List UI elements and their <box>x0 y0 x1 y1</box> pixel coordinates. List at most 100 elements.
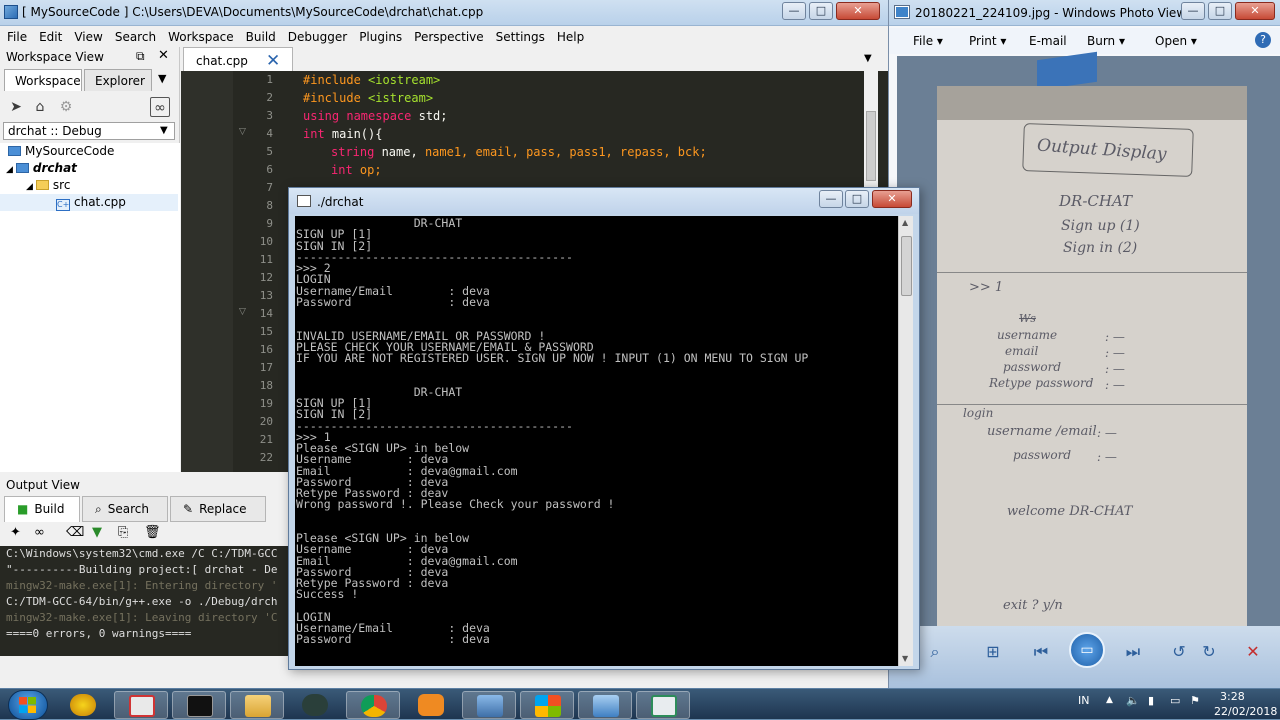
rotate-right-icon[interactable]: ↻ <box>1197 640 1221 664</box>
tab-list-dropdown-icon[interactable]: ▼ <box>864 53 872 64</box>
tree-item-chat-cpp[interactable]: C+ chat.cpp <box>0 194 178 211</box>
maximize-button[interactable]: □ <box>845 190 869 208</box>
scroll-up-arrow[interactable]: ▲ <box>902 218 908 227</box>
code-token: std; <box>411 109 448 123</box>
zoom-icon[interactable]: ⌕ <box>923 640 947 664</box>
delete-icon[interactable]: ✕ <box>1241 640 1265 664</box>
tree-item-drchat[interactable]: ◢ drchat <box>0 160 178 177</box>
console-output[interactable]: DR-CHAT SIGN UP [1] SIGN IN [2] -----------… <box>295 216 898 666</box>
build-config-select[interactable]: drchat :: Debug ▼ <box>3 122 175 140</box>
build-output-log[interactable]: C:\Windows\system32\cmd.exe /C C:/TDM-GC… <box>0 546 300 656</box>
tab-build[interactable]: ■ Build <box>4 496 80 522</box>
menu-email[interactable]: E-mail <box>1029 34 1067 48</box>
photo-viewer-title-bar[interactable]: 20180221_224109.jpg - Windows Photo View… <box>889 0 1280 26</box>
taskbar-app-office[interactable] <box>520 691 574 719</box>
menu-build[interactable]: Build <box>239 28 281 44</box>
line-number: 13 <box>259 289 273 302</box>
previous-icon[interactable]: ⏮ <box>1029 640 1053 664</box>
menu-plugins[interactable]: Plugins <box>352 28 407 44</box>
flag-icon[interactable]: ⚑ <box>1190 694 1200 707</box>
minimize-button[interactable]: — <box>1181 2 1205 20</box>
line-number: 20 <box>259 415 273 428</box>
fold-marker-icon[interactable]: ▽ <box>239 127 246 137</box>
menu-print[interactable]: Print ▾ <box>969 34 1006 48</box>
close-panel-icon[interactable]: ✕ <box>158 48 169 63</box>
tab-workspace[interactable]: Workspace <box>4 69 82 91</box>
menu-help[interactable]: Help <box>550 28 589 44</box>
scrollbar-thumb[interactable] <box>866 111 876 181</box>
taskbar-app-codelite[interactable] <box>636 691 690 719</box>
menu-search[interactable]: Search <box>108 28 161 44</box>
tab-replace[interactable]: ✎ Replace <box>170 496 266 522</box>
taskbar-app-snipping[interactable] <box>114 691 168 719</box>
taskbar-app-photo-viewer[interactable] <box>578 691 632 719</box>
save-icon[interactable]: ▼ <box>92 525 102 540</box>
tab-search[interactable]: ⌕ Search <box>82 496 168 522</box>
console-title-bar[interactable]: ./drchat — □ ✕ <box>289 188 919 214</box>
close-tab-icon[interactable]: ✕ <box>266 51 280 71</box>
home-icon[interactable]: ⌂ <box>30 97 50 117</box>
menu-debugger[interactable]: Debugger <box>281 28 352 44</box>
link-icon[interactable]: ∞ <box>34 525 45 540</box>
speaker-icon[interactable]: 🔈 <box>1126 694 1140 707</box>
console-title: ./drchat <box>317 195 364 209</box>
tab-explorer[interactable]: Explorer <box>84 69 152 91</box>
menu-perspective[interactable]: Perspective <box>407 28 489 44</box>
taskbar-app-nox[interactable] <box>288 691 342 719</box>
send-icon[interactable]: ➤ <box>6 97 26 117</box>
rotate-left-icon[interactable]: ↺ <box>1167 640 1191 664</box>
menu-open[interactable]: Open ▾ <box>1155 34 1197 48</box>
tree-label: chat.cpp <box>74 195 126 209</box>
pin-icon[interactable]: ⧉ <box>136 49 145 64</box>
link-editor-icon[interactable]: ∞ <box>150 97 170 117</box>
menu-workspace[interactable]: Workspace <box>161 28 239 44</box>
actual-size-icon[interactable]: ⊞ <box>981 640 1005 664</box>
taskbar-app-explorer[interactable] <box>230 691 284 719</box>
start-button[interactable] <box>8 690 48 720</box>
battery-icon[interactable]: ▭ <box>1170 694 1180 707</box>
help-icon[interactable]: ? <box>1255 32 1271 48</box>
taskbar-app-archicad[interactable] <box>56 691 110 719</box>
tabs-dropdown-icon[interactable]: ▼ <box>158 72 166 85</box>
menu-settings[interactable]: Settings <box>489 28 550 44</box>
close-button[interactable]: ✕ <box>836 2 880 20</box>
minimize-button[interactable]: — <box>819 190 843 208</box>
slideshow-button[interactable]: ▭ <box>1069 632 1105 668</box>
delete-icon[interactable]: 🗑 <box>144 525 161 540</box>
close-button[interactable]: ✕ <box>1235 2 1275 20</box>
menu-burn[interactable]: Burn ▾ <box>1087 34 1125 48</box>
codelite-title-bar[interactable]: [ MySourceCode ] C:\Users\DEVA\Documents… <box>0 0 888 26</box>
menu-file[interactable]: File <box>0 28 32 44</box>
clock-date[interactable]: 22/02/2018 <box>1214 705 1277 718</box>
tree-item-src[interactable]: ◢ src <box>0 177 178 194</box>
taskbar-app-chrome[interactable] <box>346 691 400 719</box>
menu-view[interactable]: View <box>67 28 107 44</box>
show-hidden-icons-icon[interactable]: ▲ <box>1106 695 1113 705</box>
clear-icon[interactable]: ⌫ <box>66 525 84 540</box>
copy-icon[interactable]: ⎘ <box>118 525 128 540</box>
menu-file[interactable]: File ▾ <box>913 34 943 48</box>
network-icon[interactable]: ▮ <box>1148 694 1154 707</box>
scroll-down-arrow[interactable]: ▼ <box>902 654 908 663</box>
taskbar-app-uc[interactable] <box>404 691 458 719</box>
taskbar-app-remote[interactable] <box>462 691 516 719</box>
clock-time[interactable]: 3:28 <box>1220 690 1245 703</box>
tree-item-mysourcecode[interactable]: MySourceCode <box>0 143 178 160</box>
tab-chat-cpp[interactable]: chat.cpp ✕ <box>183 47 293 71</box>
hw-password: password <box>1003 360 1062 374</box>
taskbar-app-console[interactable] <box>172 691 226 719</box>
maximize-button[interactable]: □ <box>1208 2 1232 20</box>
next-icon[interactable]: ⏭ <box>1121 640 1145 664</box>
minimize-button[interactable]: — <box>782 2 806 20</box>
gear-icon[interactable]: ⚙ <box>56 97 76 117</box>
menu-edit[interactable]: Edit <box>32 28 67 44</box>
close-button[interactable]: ✕ <box>872 190 912 208</box>
pin-icon[interactable]: ✦ <box>10 525 21 540</box>
console-scrollbar[interactable]: ▲ ▼ <box>898 216 913 666</box>
input-language[interactable]: IN <box>1078 694 1089 707</box>
photo-canvas[interactable]: Output Display DR-CHAT Sign up (1) Sign … <box>897 51 1280 626</box>
fold-marker-icon[interactable]: ▽ <box>239 307 246 317</box>
code-token: int <box>331 163 353 177</box>
scrollbar-thumb[interactable] <box>901 236 912 296</box>
maximize-button[interactable]: □ <box>809 2 833 20</box>
